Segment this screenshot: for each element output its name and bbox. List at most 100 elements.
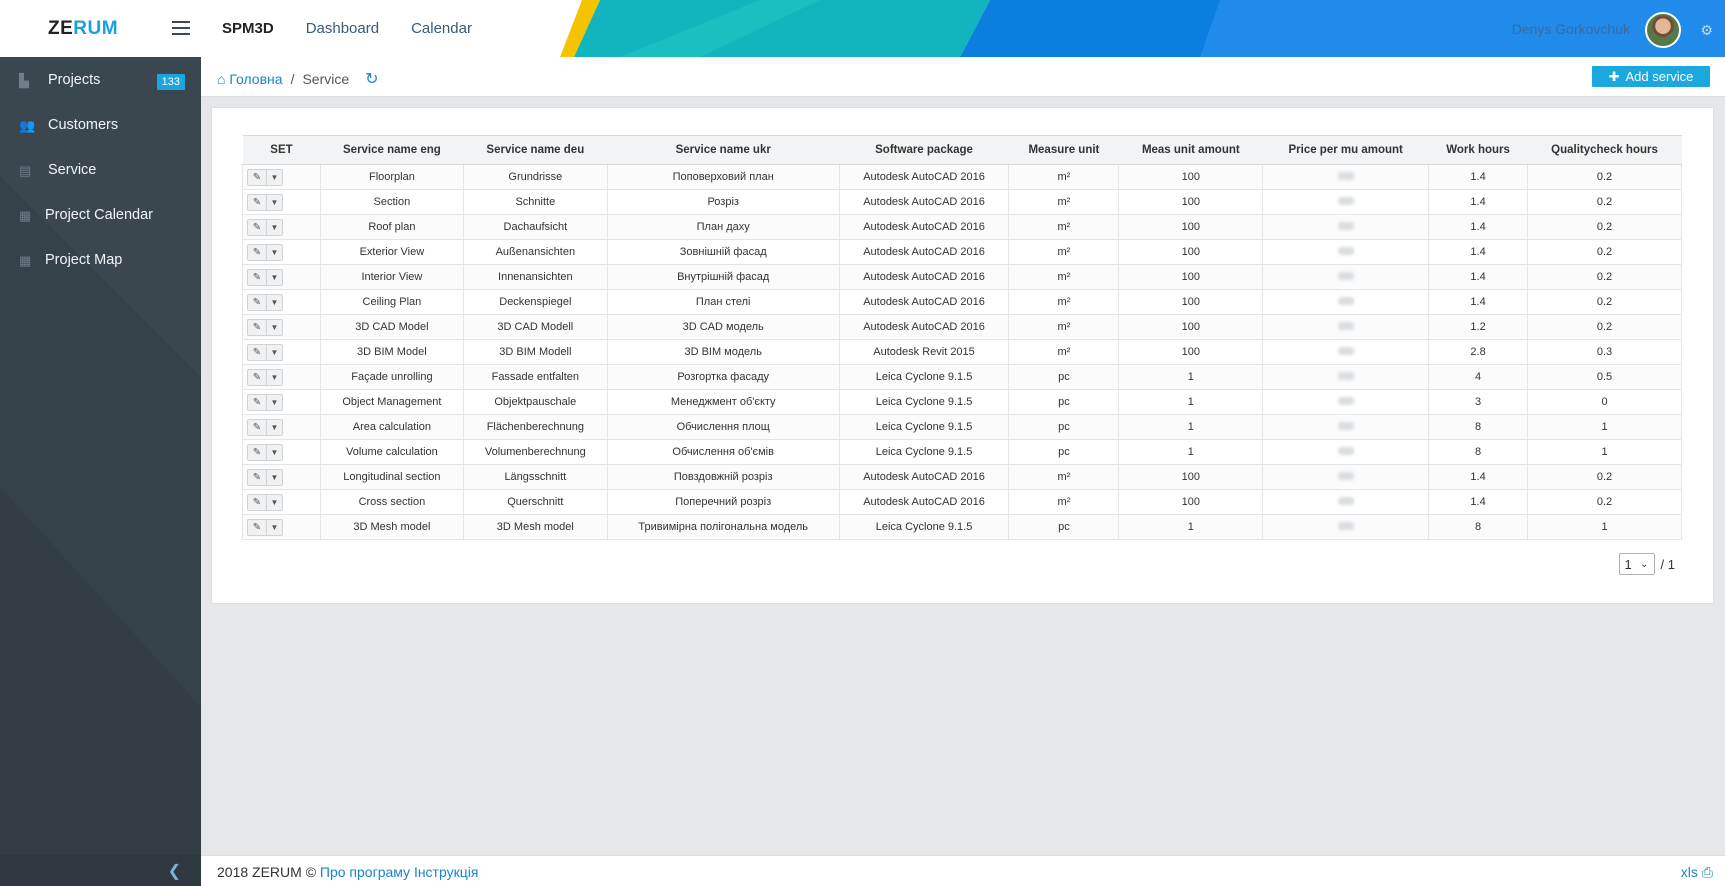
cell-measure-unit: m² [1008,189,1120,215]
caret-down-icon[interactable]: ▼ [267,245,282,260]
pencil-icon[interactable]: ✎ [248,219,267,235]
caret-down-icon[interactable]: ▼ [267,445,282,460]
instructions-link[interactable]: Інструкція [414,864,479,880]
table-row: ✎ ▼ 3D CAD Model 3D CAD Modell 3D CAD модель… [242,314,1682,340]
pencil-icon[interactable]: ✎ [248,419,267,435]
caret-down-icon[interactable]: ▼ [267,495,282,510]
redacted-value [1337,297,1354,305]
avatar[interactable] [1645,12,1681,48]
col-service-eng[interactable]: Service name eng [320,135,464,165]
export-xls[interactable]: xls ⎙ [1681,864,1713,881]
cell-software: Autodesk AutoCAD 2016 [838,189,1010,215]
cell-service-deu: Deckenspiegel [462,289,608,315]
about-link[interactable]: Про програму [320,864,410,880]
breadcrumb-home[interactable]: ⌂ Головна [217,71,283,87]
redacted-value [1337,422,1354,430]
cell-software: Autodesk AutoCAD 2016 [838,489,1010,515]
cell-work-hours: 1.4 [1428,189,1529,215]
cell-service-deu: Objektpauschale [462,389,608,415]
pencil-icon[interactable]: ✎ [248,519,267,535]
sidebar-item-customers[interactable]: 👥 Customers [0,106,201,146]
col-service-deu[interactable]: Service name deu [463,135,608,165]
cell-service-deu: Querschnitt [462,489,608,515]
refresh-icon[interactable]: ↻ [365,69,378,89]
app-logo[interactable]: ZERUM [48,18,118,40]
cell-qc-hours: 0.5 [1527,364,1682,390]
pencil-icon[interactable]: ✎ [248,344,267,360]
pencil-icon[interactable]: ✎ [248,169,267,185]
redacted-value [1337,322,1354,330]
col-price[interactable]: Price per mu amount [1262,135,1429,165]
col-measure-unit[interactable]: Measure unit [1008,135,1119,165]
cell-service-deu: 3D BIM Modell [462,339,608,365]
caret-down-icon[interactable]: ▼ [267,270,282,285]
caret-down-icon[interactable]: ▼ [267,520,282,535]
sidebar-item-project-map[interactable]: ▦ Project Map [0,241,201,281]
cell-service-deu: Volumenberechnung [462,439,608,465]
cell-meas-amount: 1 [1118,389,1264,415]
caret-down-icon[interactable]: ▼ [267,220,282,235]
caret-down-icon[interactable]: ▼ [267,320,282,335]
caret-down-icon[interactable]: ▼ [267,195,282,210]
caret-down-icon[interactable]: ▼ [267,470,282,485]
caret-down-icon[interactable]: ▼ [267,295,282,310]
row-actions: ✎ ▼ [242,239,321,265]
sidebar-item-service[interactable]: ▤ Service [0,151,201,191]
pencil-icon[interactable]: ✎ [248,469,267,485]
pencil-icon[interactable]: ✎ [248,444,267,460]
pencil-icon[interactable]: ✎ [248,319,267,335]
cell-work-hours: 1.4 [1428,289,1529,315]
cell-meas-amount: 100 [1118,489,1264,515]
top-nav: SPM3D Dashboard Calendar [222,20,472,37]
col-meas-amount[interactable]: Meas unit amount [1118,135,1263,165]
cell-software: Autodesk Revit 2015 [838,339,1010,365]
col-qc-hours[interactable]: Qualitycheck hours [1527,135,1682,165]
cell-price-redacted [1262,289,1430,315]
caret-down-icon[interactable]: ▼ [267,420,282,435]
redacted-value [1337,172,1354,180]
collapse-sidebar-icon[interactable]: ❮ [168,861,181,881]
cell-qc-hours: 0.2 [1527,189,1682,215]
col-service-ukr[interactable]: Service name ukr [607,135,840,165]
sidebar-item-project-calendar[interactable]: ▦ Project Calendar [0,196,201,236]
pencil-icon[interactable]: ✎ [248,494,267,510]
cell-service-ukr: Обчислення площ [606,414,840,440]
col-set[interactable]: SET [242,135,321,165]
menu-toggle-icon[interactable] [172,21,190,35]
cell-meas-amount: 100 [1118,239,1264,265]
row-actions: ✎ ▼ [242,464,321,490]
pencil-icon[interactable]: ✎ [248,369,267,385]
caret-down-icon[interactable]: ▼ [267,395,282,410]
row-actions: ✎ ▼ [242,264,321,290]
cell-service-ukr: Тривимірна полігональна модель [606,514,840,540]
nav-brand[interactable]: SPM3D [222,20,274,37]
cell-meas-amount: 100 [1118,214,1264,240]
pencil-icon[interactable]: ✎ [248,244,267,260]
sidebar-footer: ❮ [0,855,201,886]
caret-down-icon[interactable]: ▼ [267,370,282,385]
caret-down-icon[interactable]: ▼ [267,170,282,185]
pencil-icon[interactable]: ✎ [248,294,267,310]
page-select[interactable]: 1 ⌄ [1618,553,1655,575]
nav-calendar[interactable]: Calendar [411,20,472,37]
pencil-icon[interactable]: ✎ [248,194,267,210]
pencil-icon[interactable]: ✎ [248,394,267,410]
cell-price-redacted [1262,164,1430,190]
pagination: 1 ⌄ / 1 [1618,553,1675,575]
sidebar-item-projects[interactable]: ▙ Projects 133 [0,61,201,101]
cell-price-redacted [1262,189,1430,215]
row-action-group: ✎ ▼ [247,468,283,486]
cell-service-ukr: 3D CAD модель [606,314,840,340]
nav-dashboard[interactable]: Dashboard [306,20,379,37]
col-work-hours[interactable]: Work hours [1428,135,1528,165]
pencil-icon[interactable]: ✎ [248,269,267,285]
gear-icon[interactable]: ⚙ [1700,22,1713,39]
user-name[interactable]: Denys Gorkovchuk [1512,21,1630,37]
table-row: ✎ ▼ Section Schnitte Розріз Autodesk AutoCAD … [242,189,1682,215]
cell-service-ukr: Поповерховий план [606,164,840,190]
col-software[interactable]: Software package [839,135,1009,165]
add-service-button[interactable]: ✚ Add service [1592,66,1710,87]
cell-meas-amount: 100 [1118,314,1264,340]
caret-down-icon[interactable]: ▼ [267,345,282,360]
cell-price-redacted [1262,489,1430,515]
